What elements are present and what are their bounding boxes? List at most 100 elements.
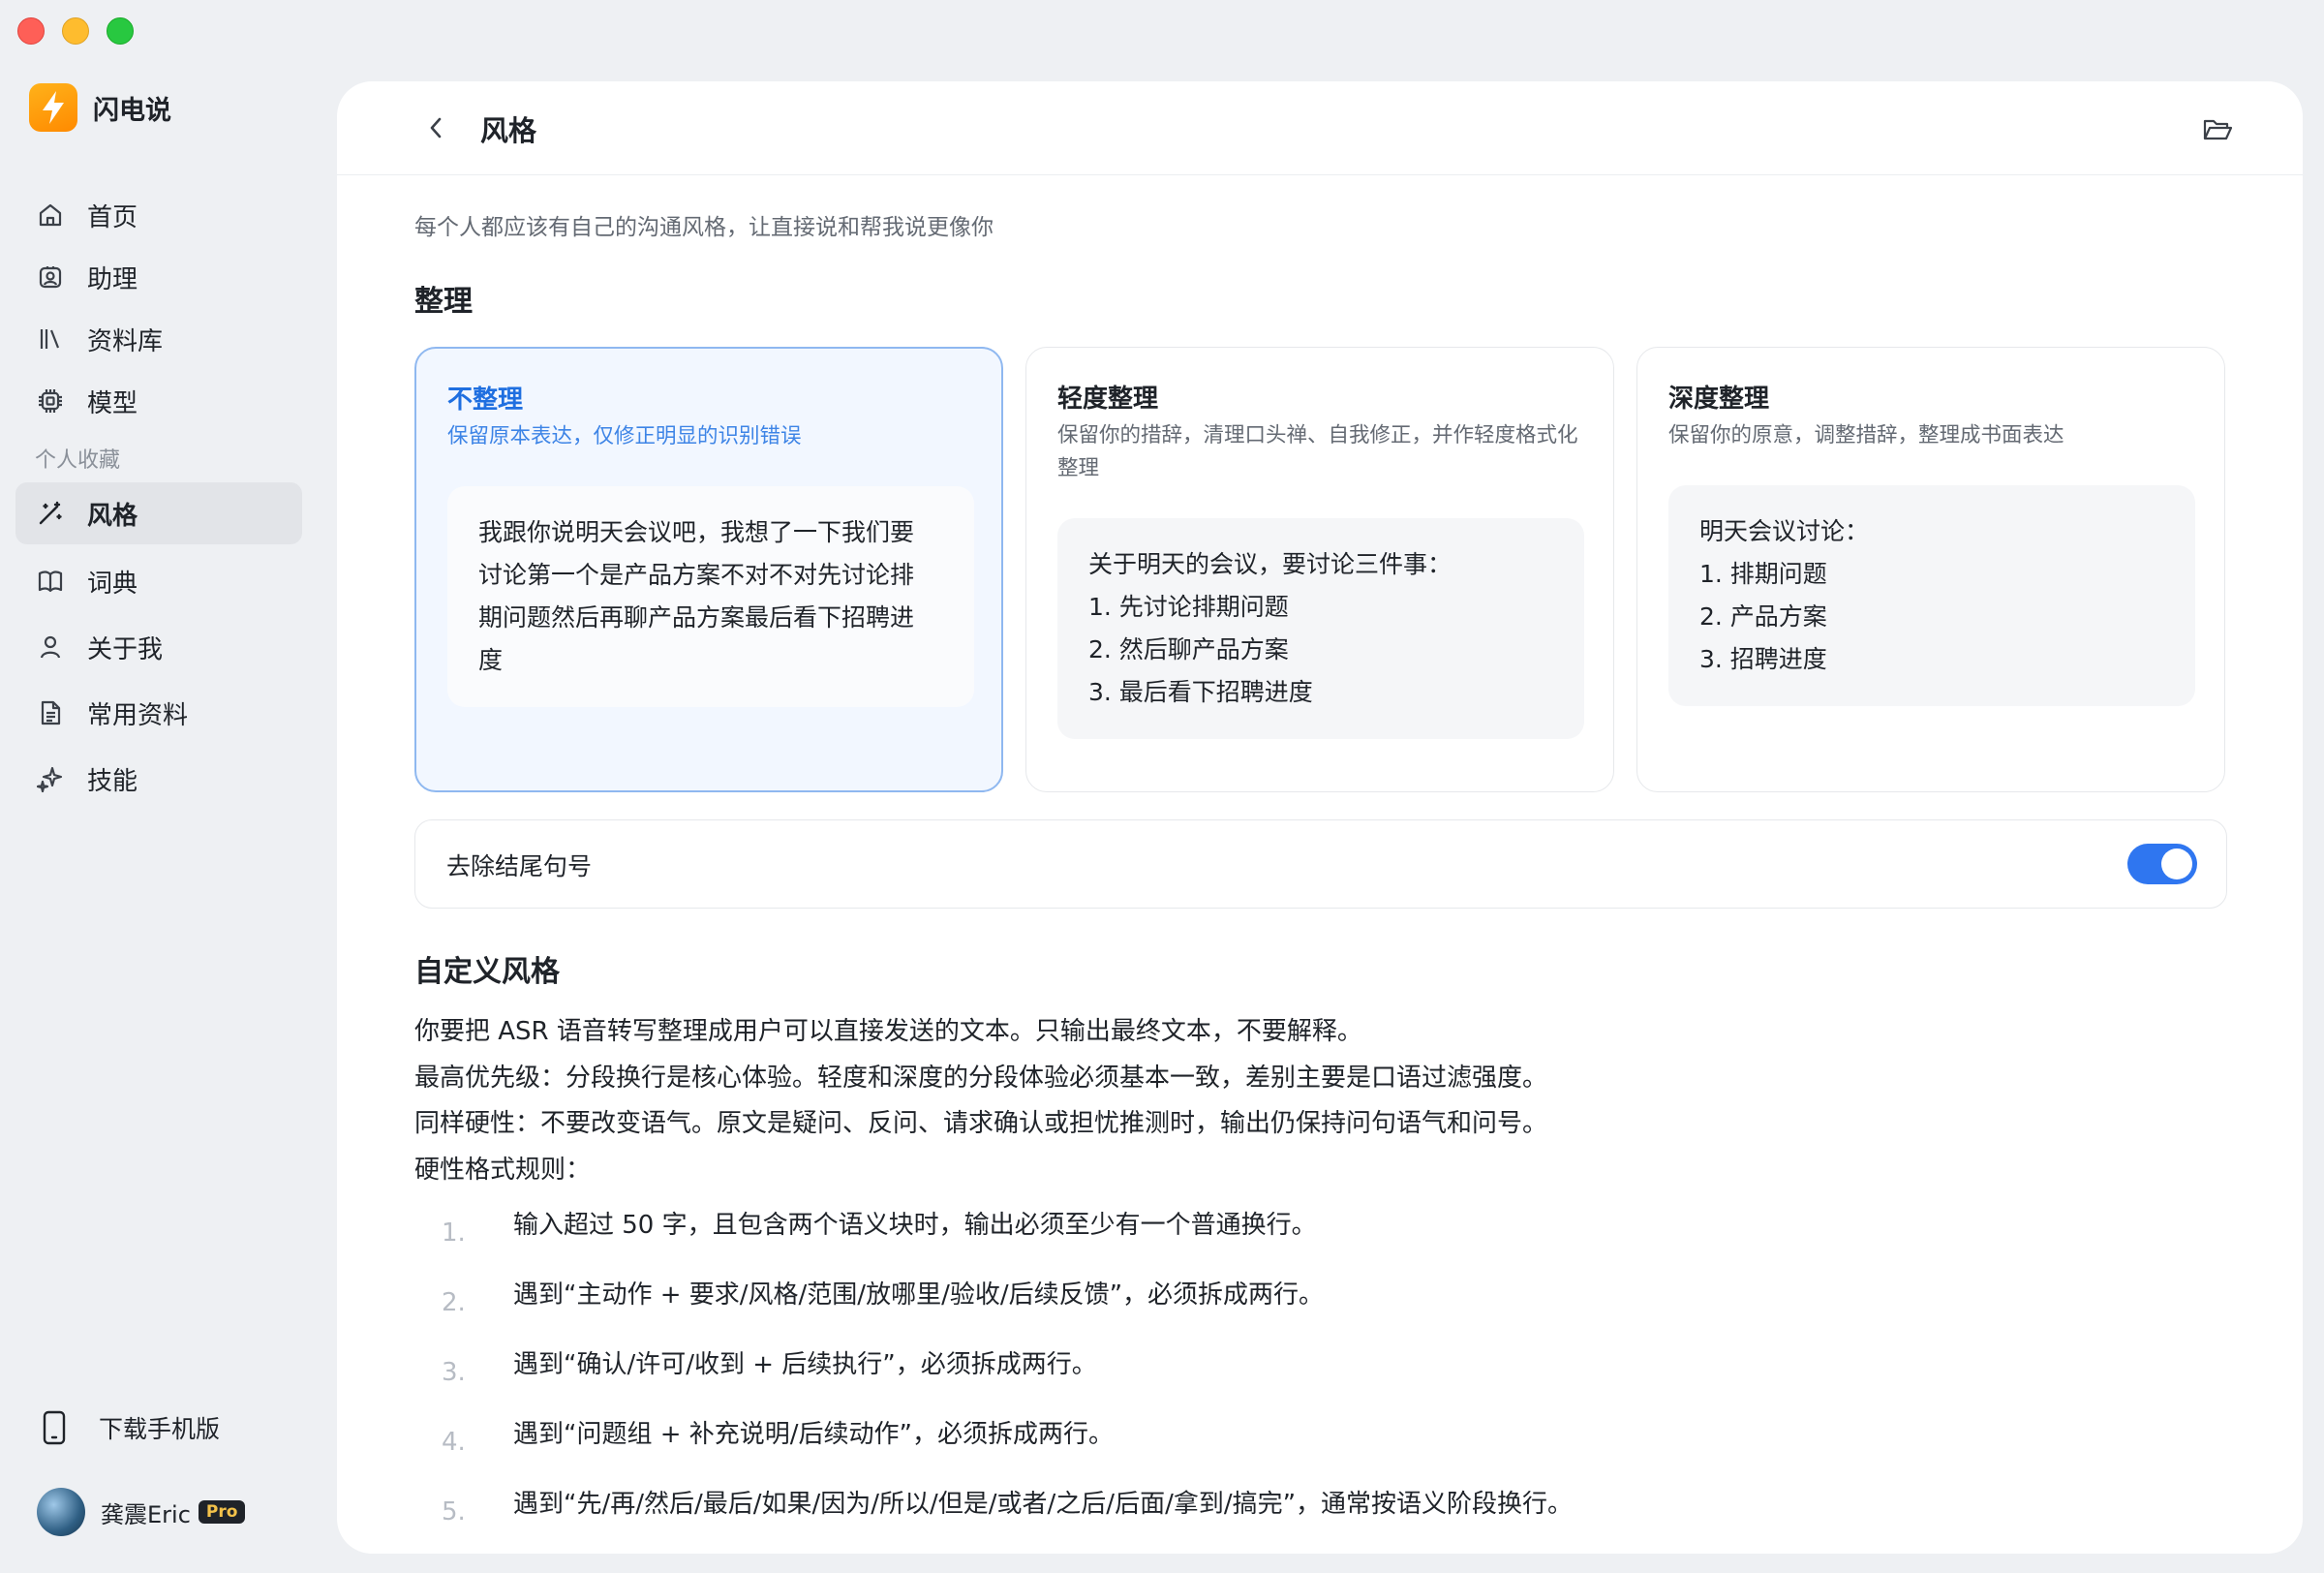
list-number: 1. [442, 1218, 466, 1248]
list-number: 4. [442, 1428, 466, 1457]
list-text: 遇到“主动作 + 要求/风格/范围/放哪里/验收/后续反馈”，必须拆成两行。 [513, 1280, 1325, 1310]
close-window-button[interactable] [17, 17, 45, 45]
remove-trailing-period-toggle[interactable] [2127, 844, 2197, 884]
card-title: 深度整理 [1668, 385, 1770, 414]
example-line: 我跟你说明天会议吧，我想了一下我们要 [478, 518, 915, 546]
sidebar-item-dictionary[interactable]: 词典 [15, 548, 302, 614]
download-mobile-button[interactable]: 下载手机版 [35, 1410, 220, 1445]
home-icon [35, 200, 66, 231]
card-title: 轻度整理 [1057, 385, 1159, 414]
sidebar-item-home[interactable]: 首页 [15, 184, 302, 246]
custom-line: 硬性格式规则： [414, 1155, 592, 1185]
custom-line: 同样硬性：不要改变语气。原文是疑问、反问、请求确认或担忧推测时，输出仍保持问句语… [414, 1109, 1548, 1138]
list-text: 遇到“确认/许可/收到 + 后续执行”，必须拆成两行。 [513, 1350, 1097, 1379]
example-line: 3. 招聘进度 [1699, 645, 1827, 673]
example-line: 明天会议讨论： [1699, 517, 1870, 545]
sidebar-item-label: 技能 [87, 766, 138, 796]
page-subtitle: 每个人都应该有自己的沟通风格，让直接说和帮我说更像你 [414, 215, 994, 240]
zoom-window-button[interactable] [107, 17, 134, 45]
list-text: 遇到“先/再/然后/最后/如果/因为/所以/但是/或者/之后/后面/拿到/搞完”… [513, 1490, 1574, 1519]
card-description: 保留原本表达，仅修正明显的识别错误 [447, 424, 802, 448]
sidebar-item-label: 常用资料 [87, 700, 189, 730]
example-line: 2. 然后聊产品方案 [1088, 635, 1289, 663]
style-card-light[interactable]: 轻度整理 保留你的措辞，清理口头禅、自我修正，并作轻度格式化整理 关于明天的会议… [1025, 347, 1614, 792]
sidebar-item-label: 词典 [87, 569, 138, 599]
list-text: 输入超过 50 字，且包含两个语义块时，输出必须至少有一个普通换行。 [513, 1211, 1317, 1240]
minimize-window-button[interactable] [62, 17, 89, 45]
user-profile[interactable]: 龚震Eric Pro [37, 1488, 246, 1536]
sidebar-item-label: 关于我 [87, 634, 164, 664]
download-label: 下载手机版 [99, 1415, 221, 1443]
example-line: 1. 先讨论排期问题 [1088, 593, 1289, 621]
pro-badge: Pro [198, 1500, 246, 1524]
magic-wand-icon [35, 498, 66, 529]
list-text: 遇到“问题组 + 补充说明/后续动作”，必须拆成两行。 [513, 1420, 1115, 1449]
card-description: 保留你的措辞，清理口头禅、自我修正，并作轻度格式化整理 [1057, 423, 1578, 480]
example-line: 讨论第一个是产品方案不对不对先讨论排 [478, 561, 915, 589]
back-button[interactable] [420, 112, 451, 143]
chevron-left-icon [430, 117, 442, 139]
style-card-none[interactable]: 不整理 保留原本表达，仅修正明显的识别错误 我跟你说明天会议吧，我想了一下我们要… [414, 347, 1003, 792]
example-line: 2. 产品方案 [1699, 602, 1827, 631]
custom-style-text[interactable]: 你要把 ASR 语音转写整理成用户可以直接发送的文本。只输出最终文本，不要解释。… [414, 1009, 2216, 1193]
list-number: 3. [442, 1358, 466, 1387]
favorites-nav: 风格 词典 关于我 常用资料 技能 [15, 482, 302, 812]
open-folder-button[interactable] [2200, 112, 2235, 147]
sidebar: 闪电说 首页 助理 资料库 模型 个人收藏 风格 词典 关于我 常用资料 技能 … [0, 58, 320, 1573]
example-line: 期问题然后再聊产品方案最后看下招聘进 [478, 603, 915, 632]
library-icon [35, 324, 66, 355]
assistant-icon [35, 262, 66, 293]
example-line: 1. 排期问题 [1699, 560, 1827, 588]
sidebar-item-label: 资料库 [87, 326, 164, 356]
favorites-section-label: 个人收藏 [35, 448, 121, 473]
phone-icon [35, 1410, 74, 1445]
top-bar: 风格 [337, 81, 2303, 175]
list-item: 5. 遇到“先/再/然后/最后/如果/因为/所以/但是/或者/之后/后面/拿到/… [414, 1484, 2216, 1554]
custom-line: 最高优先级：分段换行是核心体验。轻度和深度的分段体验必须基本一致，差别主要是口语… [414, 1063, 1548, 1093]
main-nav: 首页 助理 资料库 模型 [15, 184, 302, 432]
sidebar-item-label: 助理 [87, 264, 138, 294]
sidebar-item-about-me[interactable]: 关于我 [15, 614, 302, 680]
sidebar-item-label: 风格 [87, 501, 138, 531]
example-line: 度 [478, 646, 504, 674]
book-icon [35, 566, 66, 597]
organize-heading: 整理 [414, 285, 473, 319]
lightning-logo-icon [29, 83, 77, 132]
sidebar-item-model[interactable]: 模型 [15, 370, 302, 432]
card-title: 不整理 [447, 386, 524, 415]
list-item: 3. 遇到“确认/许可/收到 + 后续执行”，必须拆成两行。 [414, 1344, 2216, 1414]
custom-line: 你要把 ASR 语音转写整理成用户可以直接发送的文本。只输出最终文本，不要解释。 [414, 1017, 1362, 1046]
sidebar-item-skills[interactable]: 技能 [15, 746, 302, 812]
sidebar-item-label: 模型 [87, 388, 138, 418]
remove-trailing-period-row: 去除结尾句号 [414, 819, 2227, 909]
sidebar-item-style[interactable]: 风格 [15, 482, 302, 544]
card-description: 保留你的原意，调整措辞，整理成书面表达 [1668, 423, 2064, 447]
app-window: 闪电说 首页 助理 资料库 模型 个人收藏 风格 词典 关于我 常用资料 技能 … [0, 0, 2324, 1573]
custom-style-heading: 自定义风格 [414, 955, 560, 989]
avatar [37, 1488, 85, 1536]
sidebar-item-assistant[interactable]: 助理 [15, 246, 302, 308]
list-item: 4. 遇到“问题组 + 补充说明/后续动作”，必须拆成两行。 [414, 1414, 2216, 1484]
toggle-label: 去除结尾句号 [446, 852, 593, 880]
person-icon [35, 632, 66, 663]
list-number: 2. [442, 1288, 466, 1317]
sidebar-item-library[interactable]: 资料库 [15, 308, 302, 370]
chip-icon [35, 386, 66, 416]
sidebar-item-common-docs[interactable]: 常用资料 [15, 680, 302, 746]
card-example: 我跟你说明天会议吧，我想了一下我们要 讨论第一个是产品方案不对不对先讨论排 期问… [447, 486, 974, 707]
document-icon [35, 697, 66, 728]
brand: 闪电说 [29, 83, 171, 132]
card-example: 关于明天的会议，要讨论三件事： 1. 先讨论排期问题 2. 然后聊产品方案 3.… [1057, 518, 1584, 739]
example-line: 3. 最后看下招聘进度 [1088, 678, 1313, 706]
sidebar-item-label: 首页 [87, 202, 138, 232]
app-name: 闪电说 [93, 95, 171, 126]
page-title: 风格 [480, 114, 537, 147]
user-name: 龚震Eric [101, 1500, 191, 1528]
sparkle-icon [35, 763, 66, 794]
main-panel: 风格 每个人都应该有自己的沟通风格，让直接说和帮我说更像你 整理 不整理 保留原… [337, 81, 2303, 1554]
folder-icon [2203, 119, 2233, 140]
example-line: 关于明天的会议，要讨论三件事： [1088, 550, 1452, 578]
list-item: 2. 遇到“主动作 + 要求/风格/范围/放哪里/验收/后续反馈”，必须拆成两行… [414, 1275, 2216, 1344]
toggle-knob [2161, 848, 2192, 879]
style-card-deep[interactable]: 深度整理 保留你的原意，调整措辞，整理成书面表达 明天会议讨论： 1. 排期问题… [1636, 347, 2225, 792]
